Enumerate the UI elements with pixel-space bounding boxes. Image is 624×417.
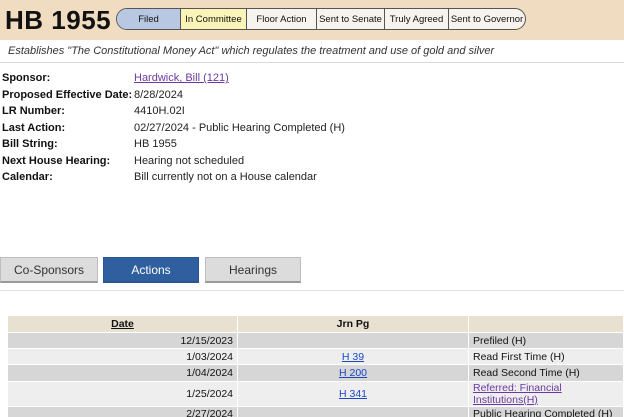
actions-table: Date Jrn Pg 12/15/2023 Prefiled (H) 1/03… bbox=[7, 315, 624, 417]
detail-label: Calendar: bbox=[2, 171, 53, 184]
action-date: 12/15/2023 bbox=[7, 331, 238, 350]
detail-label: Next House Hearing: bbox=[2, 154, 111, 167]
detail-label: Sponsor: bbox=[2, 72, 51, 85]
detail-value: 4410H.02I bbox=[134, 105, 185, 118]
detail-label: Proposed Effective Date: bbox=[2, 88, 133, 101]
jrn-pg-column-header: Jrn Pg bbox=[237, 315, 469, 333]
table-row: 1/03/2024 H 39 Read First Time (H) bbox=[7, 348, 624, 366]
journal-page-link[interactable]: H 200 bbox=[339, 367, 367, 379]
bill-summary: Establishes "The Constitutional Money Ac… bbox=[8, 45, 495, 57]
detail-effective-date: Proposed Effective Date: 8/28/2024 bbox=[2, 87, 345, 104]
table-row: 12/15/2023 Prefiled (H) bbox=[7, 331, 624, 350]
status-step-filed: Filed bbox=[117, 9, 181, 29]
detail-label: Last Action: bbox=[2, 121, 66, 134]
status-step-sent-to-senate: Sent to Senate bbox=[317, 9, 385, 29]
date-column-header[interactable]: Date bbox=[7, 315, 238, 333]
status-step-truly-agreed: Truly Agreed bbox=[385, 9, 449, 29]
description-column-header bbox=[468, 315, 624, 333]
detail-label: LR Number: bbox=[2, 105, 65, 118]
journal-page-link[interactable]: H 341 bbox=[339, 388, 367, 400]
detail-value: HB 1955 bbox=[134, 138, 177, 151]
table-row: 1/25/2024 H 341 Referred: Financial Inst… bbox=[7, 380, 624, 407]
detail-calendar: Calendar: Bill currently not on a House … bbox=[2, 169, 345, 186]
status-step-sent-to-governor: Sent to Governor bbox=[450, 13, 524, 25]
detail-value: Hearing not scheduled bbox=[134, 154, 245, 167]
detail-value: 02/27/2024 - Public Hearing Completed (H… bbox=[134, 121, 345, 134]
sponsor-link[interactable]: Hardwick, Bill (121) bbox=[134, 72, 229, 84]
action-description: Public Hearing Completed (H) bbox=[468, 405, 624, 417]
status-step-in-committee: In Committee bbox=[181, 9, 247, 29]
action-date: 1/04/2024 bbox=[7, 364, 238, 382]
bill-status-progress: Filed In Committee Floor Action Sent to … bbox=[116, 8, 526, 30]
committee-referral-link[interactable]: Referred: Financial Institutions(H) bbox=[473, 382, 562, 406]
detail-last-action: Last Action: 02/27/2024 - Public Hearing… bbox=[2, 120, 345, 137]
action-date: 1/03/2024 bbox=[7, 348, 238, 366]
bill-details: Sponsor: Hardwick, Bill (121) Proposed E… bbox=[2, 70, 345, 186]
detail-value: 8/28/2024 bbox=[134, 88, 183, 101]
table-row: 1/04/2024 H 200 Read Second Time (H) bbox=[7, 364, 624, 382]
action-date: 2/27/2024 bbox=[7, 405, 238, 417]
action-description: Read Second Time (H) bbox=[468, 364, 624, 382]
journal-page bbox=[237, 331, 469, 350]
detail-lr-number: LR Number: 4410H.02I bbox=[2, 103, 345, 120]
detail-value: Bill currently not on a House calendar bbox=[134, 171, 317, 184]
divider bbox=[0, 62, 624, 63]
tab-actions[interactable]: Actions bbox=[103, 257, 199, 283]
action-description: Read First Time (H) bbox=[468, 348, 624, 366]
detail-bill-string: Bill String: HB 1955 bbox=[2, 136, 345, 153]
bill-tabs: Co-Sponsors Actions Hearings bbox=[0, 257, 624, 291]
table-header-row: Date Jrn Pg bbox=[7, 315, 624, 333]
table-row: 2/27/2024 Public Hearing Completed (H) bbox=[7, 405, 624, 417]
detail-next-hearing: Next House Hearing: Hearing not schedule… bbox=[2, 153, 345, 170]
journal-page-link[interactable]: H 39 bbox=[342, 351, 364, 363]
action-description: Prefiled (H) bbox=[468, 331, 624, 350]
action-date: 1/25/2024 bbox=[7, 380, 238, 407]
tab-cosponsors[interactable]: Co-Sponsors bbox=[0, 257, 98, 283]
status-step-floor-action: Floor Action bbox=[247, 9, 317, 29]
journal-page bbox=[237, 405, 469, 417]
bill-title: HB 1955 bbox=[5, 5, 112, 35]
detail-sponsor: Sponsor: Hardwick, Bill (121) bbox=[2, 70, 345, 87]
detail-label: Bill String: bbox=[2, 138, 58, 151]
tab-hearings[interactable]: Hearings bbox=[205, 257, 301, 283]
bill-header: HB 1955 Filed In Committee Floor Action … bbox=[0, 0, 624, 40]
